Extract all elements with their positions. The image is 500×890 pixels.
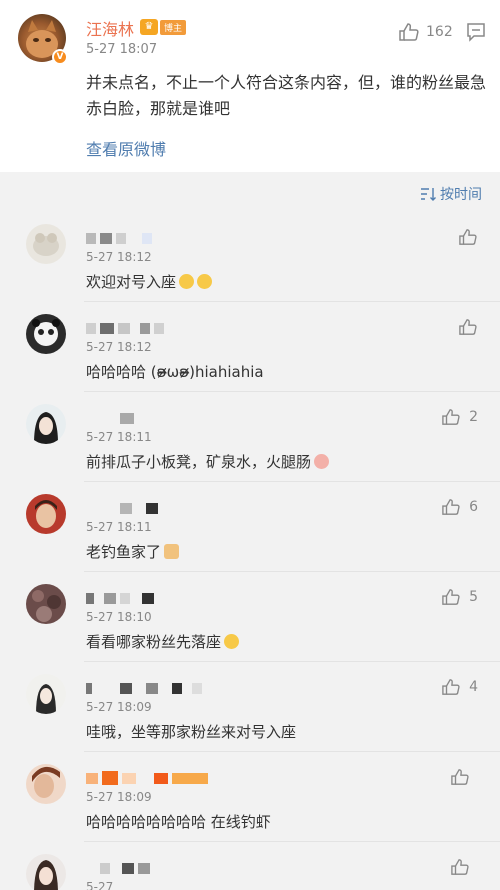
commenter-avatar[interactable] <box>26 404 66 444</box>
comment-time: 5-27 18:12 <box>86 250 152 264</box>
commenter-avatar[interactable] <box>26 224 66 264</box>
thumbs-up-icon <box>450 768 470 786</box>
blogger-badge: 博主 <box>160 20 187 35</box>
comment-item: 5-27 18:12 欢迎对号入座 <box>0 212 500 302</box>
weibo-post: V 汪海林 ♛ 博主 5-27 18:07 162 并未点名，不止一个人符合这条… <box>0 0 500 172</box>
comment-like-count: 6 <box>469 499 478 515</box>
post-text: 并未点名，不止一个人符合这条内容，但，谁的粉丝最急赤白脸，那就是谁吧 <box>86 73 487 118</box>
thumbs-up-icon <box>441 588 461 606</box>
comment-text: 看看哪家粉丝先落座 <box>86 631 240 652</box>
commenter-avatar[interactable] <box>26 854 66 890</box>
comment-like-button[interactable]: 4 <box>441 678 478 696</box>
comment-text: 哇哦，坐等那家粉丝来对号入座 <box>86 723 297 741</box>
comment-time: 5-27 <box>86 880 114 890</box>
comment-text: 欢迎对号入座 <box>86 271 213 292</box>
author-name[interactable]: 汪海林 <box>86 16 134 40</box>
thumbs-up-icon <box>441 498 461 516</box>
comment-list: 5-27 18:12 欢迎对号入座 5-27 18:12 哈哈哈哈 (ʚ̴̶̷̷… <box>0 212 500 890</box>
thumb-emoji-icon <box>164 544 180 559</box>
commenter-name-blurred[interactable] <box>86 232 152 244</box>
comment-item: 5-27 18:09 哈哈哈哈哈哈哈哈 在线钓虾 <box>0 752 500 842</box>
comment-icon[interactable] <box>466 22 486 42</box>
commenter-name-blurred[interactable] <box>86 862 150 874</box>
comment-time: 5-27 18:12 <box>86 340 152 354</box>
thumbs-up-icon <box>458 318 478 336</box>
commenter-name-blurred[interactable] <box>86 682 202 694</box>
commenter-name-blurred[interactable] <box>86 502 158 514</box>
comment-like-button[interactable] <box>450 768 478 786</box>
commenter-avatar[interactable] <box>26 674 66 714</box>
comment-like-button[interactable]: 6 <box>441 498 478 516</box>
verified-badge-icon: V <box>52 49 68 65</box>
commenter-avatar[interactable] <box>26 584 66 624</box>
thumbs-up-icon <box>441 408 461 426</box>
comment-like-button[interactable]: 5 <box>441 588 478 606</box>
comment-like-button[interactable] <box>450 858 478 876</box>
smile-emoji-icon <box>224 634 240 649</box>
commenter-name-blurred[interactable] <box>86 771 208 785</box>
comment-text: 前排瓜子小板凳，矿泉水，火腿肠 <box>86 451 330 472</box>
comment-like-button[interactable]: 2 <box>441 408 478 426</box>
comment-like-count: 4 <box>469 679 478 695</box>
comment-text: 哈哈哈哈 (ʚ̴̶̷̷ωʚ̴̶̷̷)hiahiahia <box>86 363 264 381</box>
thumbs-up-icon <box>441 678 461 696</box>
commenter-name-blurred[interactable] <box>86 592 154 604</box>
comment-like-button[interactable] <box>450 318 478 336</box>
post-like-count: 162 <box>426 24 453 40</box>
comment-item: 5-27 18:12 哈哈哈哈 (ʚ̴̶̷̷ωʚ̴̶̷̷)hiahiahia <box>0 302 500 392</box>
comment-time: 5-27 18:09 <box>86 790 152 804</box>
comment-text: 哈哈哈哈哈哈哈哈 在线钓虾 <box>86 813 271 831</box>
thumbs-up-icon <box>450 858 470 876</box>
grin-emoji-icon <box>197 274 213 289</box>
comment-item: 5-27 18:10 看看哪家粉丝先落座 5 <box>0 572 500 662</box>
comment-time: 5-27 18:10 <box>86 610 152 624</box>
view-original-link[interactable]: 查看原微博 <box>86 136 166 160</box>
comment-text: 老钓鱼家了 <box>86 541 180 562</box>
thumbs-up-icon <box>398 22 420 42</box>
thumbs-up-icon <box>458 228 478 246</box>
sort-by-time-button[interactable]: 按时间 <box>420 184 482 204</box>
commenter-name-blurred[interactable] <box>86 412 134 424</box>
commenter-avatar[interactable] <box>26 314 66 354</box>
commenter-name-blurred[interactable] <box>86 322 164 334</box>
comment-time: 5-27 18:09 <box>86 700 152 714</box>
commenter-avatar[interactable] <box>26 494 66 534</box>
comment-time: 5-27 18:11 <box>86 430 152 444</box>
comment-like-count: 5 <box>469 589 478 605</box>
comment-like-button[interactable] <box>450 228 478 246</box>
comment-item: 5-27 18:11 老钓鱼家了 6 <box>0 482 500 572</box>
sort-icon <box>420 187 436 201</box>
ham-emoji-icon <box>314 454 330 469</box>
comment-item: 5-27 <box>0 842 500 890</box>
grin-emoji-icon <box>179 274 195 289</box>
commenter-avatar[interactable] <box>26 764 66 804</box>
comment-item: 5-27 18:11 前排瓜子小板凳，矿泉水，火腿肠 2 <box>0 392 500 482</box>
comment-item: 5-27 18:09 哇哦，坐等那家粉丝来对号入座 4 <box>0 662 500 752</box>
sort-label: 按时间 <box>440 187 482 203</box>
post-time: 5-27 18:07 <box>86 42 158 57</box>
comment-time: 5-27 18:11 <box>86 520 152 534</box>
post-like-button[interactable]: 162 <box>398 22 453 42</box>
comment-like-count: 2 <box>469 409 478 425</box>
crown-icon: ♛ <box>140 19 158 35</box>
